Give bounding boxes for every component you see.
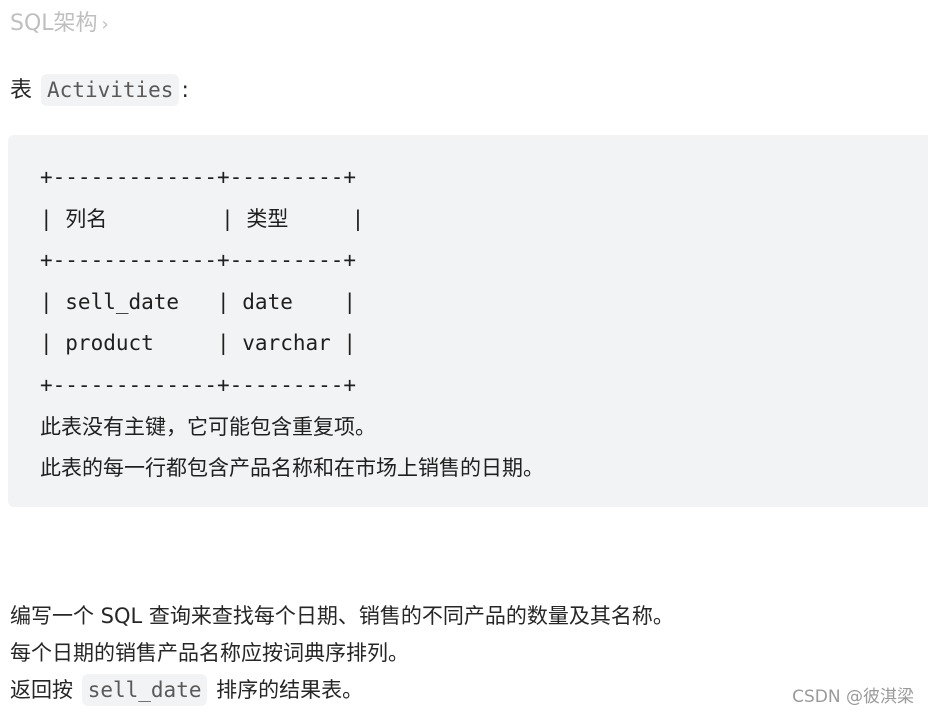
table-intro: 表 Activities:: [10, 72, 189, 110]
schema-pre: +-------------+---------+ | 列名 | 类型 | +---…: [40, 157, 544, 490]
schema-note-primary-key: 此表没有主键，它可能包含重复项。: [40, 414, 376, 439]
schema-note-row-content: 此表的每一行都包含产品名称和在市场上销售的日期。: [40, 456, 544, 481]
description-line-3-prefix: 返回按: [10, 678, 73, 702]
sell-date-code: sell_date: [81, 674, 208, 706]
schema-row-sell-date: | sell_date | date |: [40, 289, 357, 314]
schema-header-row: | 列名 | 类型 |: [40, 206, 365, 231]
breadcrumb[interactable]: SQL架构 ›: [10, 8, 109, 41]
breadcrumb-label[interactable]: SQL架构: [10, 11, 98, 36]
table-intro-prefix: 表: [10, 78, 33, 103]
schema-border-mid: +-------------+---------+: [40, 248, 357, 273]
schema-border-top: +-------------+---------+: [40, 165, 357, 189]
description-line-3-suffix: 排序的结果表。: [216, 678, 364, 702]
watermark: CSDN @彼淇梁: [792, 687, 914, 707]
schema-row-product: | product | varchar |: [40, 331, 357, 356]
problem-description: 编写一个 SQL 查询来查找每个日期、销售的不同产品的数量及其名称。 每个日期的…: [10, 598, 674, 709]
table-intro-suffix: :: [181, 78, 189, 103]
chevron-right-icon: ›: [101, 14, 109, 35]
schema-border-bottom: +-------------+---------+: [40, 372, 357, 397]
description-line-3: 返回按 sell_date 排序的结果表。: [10, 672, 674, 709]
description-line-2: 每个日期的销售产品名称应按词典序排列。: [10, 641, 409, 665]
schema-code-block: +-------------+---------+ | 列名 | 类型 | +---…: [8, 135, 928, 507]
table-name-code: Activities: [41, 74, 180, 106]
description-line-1: 编写一个 SQL 查询来查找每个日期、销售的不同产品的数量及其名称。: [10, 604, 674, 628]
